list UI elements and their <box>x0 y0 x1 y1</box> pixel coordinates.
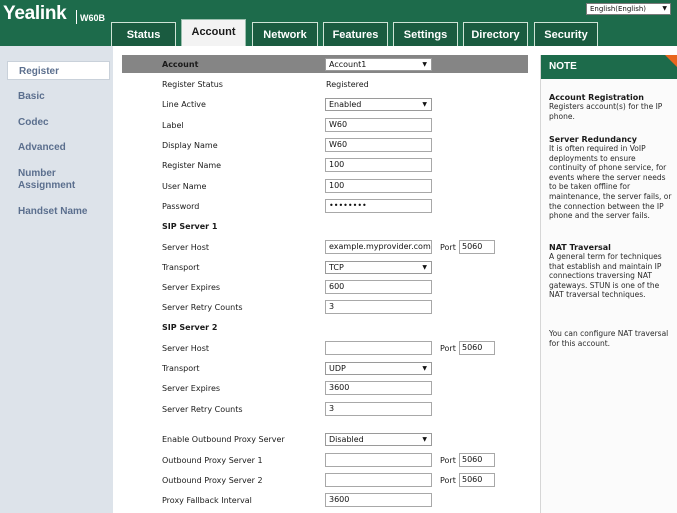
tab-settings[interactable]: Settings <box>393 22 458 46</box>
corner-flag-icon <box>665 55 677 67</box>
sip1-port-input[interactable]: 5060 <box>459 240 495 254</box>
register-status-label: Register Status <box>162 80 223 89</box>
account-select[interactable]: Account1 ▼ <box>325 58 432 71</box>
outbound-proxy-1-input[interactable] <box>325 453 432 467</box>
language-value: English(English) <box>590 5 647 13</box>
chevron-down-icon: ▼ <box>422 436 427 443</box>
user-name-label: User Name <box>162 182 207 191</box>
chevron-down-icon: ▼ <box>422 61 427 68</box>
sidebar-item-basic[interactable]: Basic <box>7 91 110 102</box>
account-select-value: Account1 <box>329 60 367 69</box>
tab-account[interactable]: Account <box>181 19 246 46</box>
sidebar-item-handset-name[interactable]: Handset Name <box>7 206 110 217</box>
top-header: Yealink W60B English(English) ▼ Status A… <box>0 0 677 46</box>
outbound-proxy-1-port-label: Port <box>440 456 456 465</box>
sip1-host-label: Server Host <box>162 243 209 252</box>
sip1-transport-value: TCP <box>329 263 344 272</box>
note-text-nat-config: You can configure NAT traversal for this… <box>549 329 669 348</box>
line-active-select[interactable]: Enabled ▼ <box>325 98 432 111</box>
line-active-label: Line Active <box>162 100 206 109</box>
proxy-fallback-input[interactable]: 3600 <box>325 493 432 507</box>
note-text-nat-traversal: A general term for techniques that estab… <box>549 252 662 300</box>
sip1-expires-label: Server Expires <box>162 283 221 292</box>
sip2-transport-value: UDP <box>329 364 346 373</box>
note-title: NOTE <box>549 61 577 72</box>
sip-server-1-title: SIP Server 1 <box>162 222 218 231</box>
yealink-logo: Yealink <box>3 3 67 24</box>
outbound-proxy-2-input[interactable] <box>325 473 432 487</box>
user-name-input[interactable]: 100 <box>325 179 432 193</box>
note-header: NOTE <box>541 55 677 79</box>
sip2-retry-input[interactable]: 3 <box>325 402 432 416</box>
sip2-retry-label: Server Retry Counts <box>162 405 243 414</box>
sip2-transport-label: Transport <box>162 364 200 373</box>
sip1-retry-label: Server Retry Counts <box>162 303 243 312</box>
sip1-port-label: Port <box>440 243 456 252</box>
sip2-expires-input[interactable]: 3600 <box>325 381 432 395</box>
sip2-port-label: Port <box>440 344 456 353</box>
outbound-proxy-1-label: Outbound Proxy Server 1 <box>162 456 263 465</box>
register-status-value: Registered <box>326 80 369 89</box>
outbound-enable-select[interactable]: Disabled ▼ <box>325 433 432 446</box>
chevron-down-icon: ▼ <box>662 5 667 12</box>
chevron-down-icon: ▼ <box>422 264 427 271</box>
sip1-transport-label: Transport <box>162 263 200 272</box>
logo-divider <box>76 10 77 24</box>
sip2-transport-select[interactable]: UDP ▼ <box>325 362 432 375</box>
note-text-account-registration: Registers account(s) for the IP phone. <box>549 102 663 121</box>
line-active-value: Enabled <box>329 100 362 109</box>
sip1-expires-input[interactable]: 600 <box>325 280 432 294</box>
sip1-transport-select[interactable]: TCP ▼ <box>325 261 432 274</box>
proxy-fallback-label: Proxy Fallback Interval <box>162 496 252 505</box>
display-name-label: Display Name <box>162 141 218 150</box>
sidebar-item-advanced[interactable]: Advanced <box>7 142 110 153</box>
sip2-expires-label: Server Expires <box>162 384 221 393</box>
outbound-enable-label: Enable Outbound Proxy Server <box>162 435 285 444</box>
password-label: Password <box>162 202 200 211</box>
label-label: Label <box>162 121 184 130</box>
register-name-label: Register Name <box>162 161 222 170</box>
sip1-retry-input[interactable]: 3 <box>325 300 432 314</box>
note-heading-server-redundancy: Server Redundancy <box>549 135 637 144</box>
tab-security[interactable]: Security <box>534 22 598 46</box>
sidebar-item-register[interactable]: Register <box>7 61 110 80</box>
outbound-proxy-2-port-input[interactable]: 5060 <box>459 473 495 487</box>
label-input[interactable]: W60 <box>325 118 432 132</box>
chevron-down-icon: ▼ <box>422 365 427 372</box>
sip1-host-input[interactable]: example.myprovider.com <box>325 240 432 254</box>
tab-status[interactable]: Status <box>111 22 176 46</box>
password-input[interactable]: •••••••• <box>325 199 432 213</box>
account-label: Account <box>162 60 199 69</box>
register-name-input[interactable]: 100 <box>325 158 432 172</box>
sip2-host-label: Server Host <box>162 344 209 353</box>
outbound-proxy-2-port-label: Port <box>440 476 456 485</box>
tab-features[interactable]: Features <box>323 22 388 46</box>
note-panel: NOTE Account Registration Registers acco… <box>540 55 677 513</box>
display-name-input[interactable]: W60 <box>325 138 432 152</box>
sidebar-item-codec[interactable]: Codec <box>7 117 110 128</box>
outbound-proxy-2-label: Outbound Proxy Server 2 <box>162 476 263 485</box>
language-select[interactable]: English(English) ▼ <box>586 3 671 15</box>
sidebar-item-number-assignment[interactable]: Number Assignment <box>7 168 87 192</box>
model-name: W60B <box>80 13 106 23</box>
sip2-port-input[interactable]: 5060 <box>459 341 495 355</box>
note-text-server-redundancy: It is often required in VoIP deployments… <box>549 144 672 221</box>
tab-network[interactable]: Network <box>252 22 318 46</box>
outbound-proxy-1-port-input[interactable]: 5060 <box>459 453 495 467</box>
chevron-down-icon: ▼ <box>422 101 427 108</box>
outbound-enable-value: Disabled <box>329 435 364 444</box>
tab-directory[interactable]: Directory <box>463 22 528 46</box>
note-heading-nat-traversal: NAT Traversal <box>549 243 611 252</box>
note-heading-account-registration: Account Registration <box>549 93 644 102</box>
sip-server-2-title: SIP Server 2 <box>162 323 218 332</box>
sip2-host-input[interactable] <box>325 341 432 355</box>
